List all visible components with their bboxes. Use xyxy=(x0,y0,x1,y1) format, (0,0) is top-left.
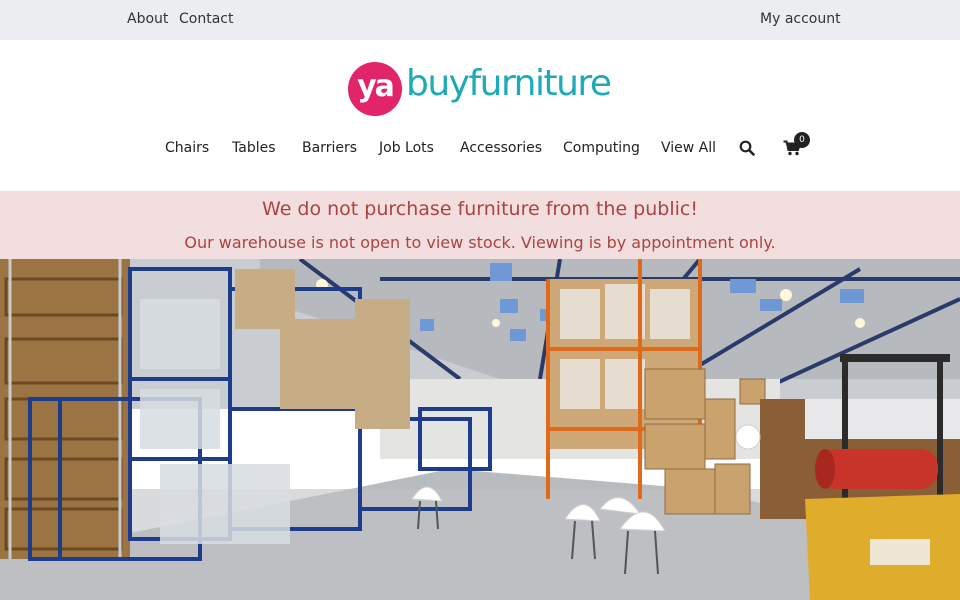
main-nav: Chairs Tables Barriers Job Lots Accessor… xyxy=(0,140,960,160)
notice-line-purchase: We do not purchase furniture from the pu… xyxy=(262,198,698,220)
notice-line-appointment: Our warehouse is not open to view stock.… xyxy=(184,233,776,252)
warehouse-photo xyxy=(0,259,960,600)
nav-item-job-lots[interactable]: Job Lots xyxy=(379,140,434,156)
search-icon[interactable] xyxy=(739,140,755,156)
logo-mark: ya xyxy=(348,62,402,116)
logo-wordmark: buyfurniture xyxy=(406,63,612,104)
top-utility-bar: About Contact My account xyxy=(0,0,960,40)
warehouse-hero-image xyxy=(0,259,960,600)
site-logo[interactable]: ya buyfurniture xyxy=(348,62,612,116)
my-account-link[interactable]: My account xyxy=(760,11,841,27)
nav-item-tables[interactable]: Tables xyxy=(232,140,276,156)
nav-item-view-all[interactable]: View All xyxy=(661,140,716,156)
contact-link[interactable]: Contact xyxy=(179,11,233,27)
notice-banner: We do not purchase furniture from the pu… xyxy=(0,191,960,259)
about-link[interactable]: About xyxy=(127,11,168,27)
cart-count-badge: 0 xyxy=(794,132,810,148)
nav-item-chairs[interactable]: Chairs xyxy=(165,140,209,156)
nav-item-computing[interactable]: Computing xyxy=(563,140,640,156)
nav-item-accessories[interactable]: Accessories xyxy=(460,140,542,156)
nav-item-barriers[interactable]: Barriers xyxy=(302,140,357,156)
